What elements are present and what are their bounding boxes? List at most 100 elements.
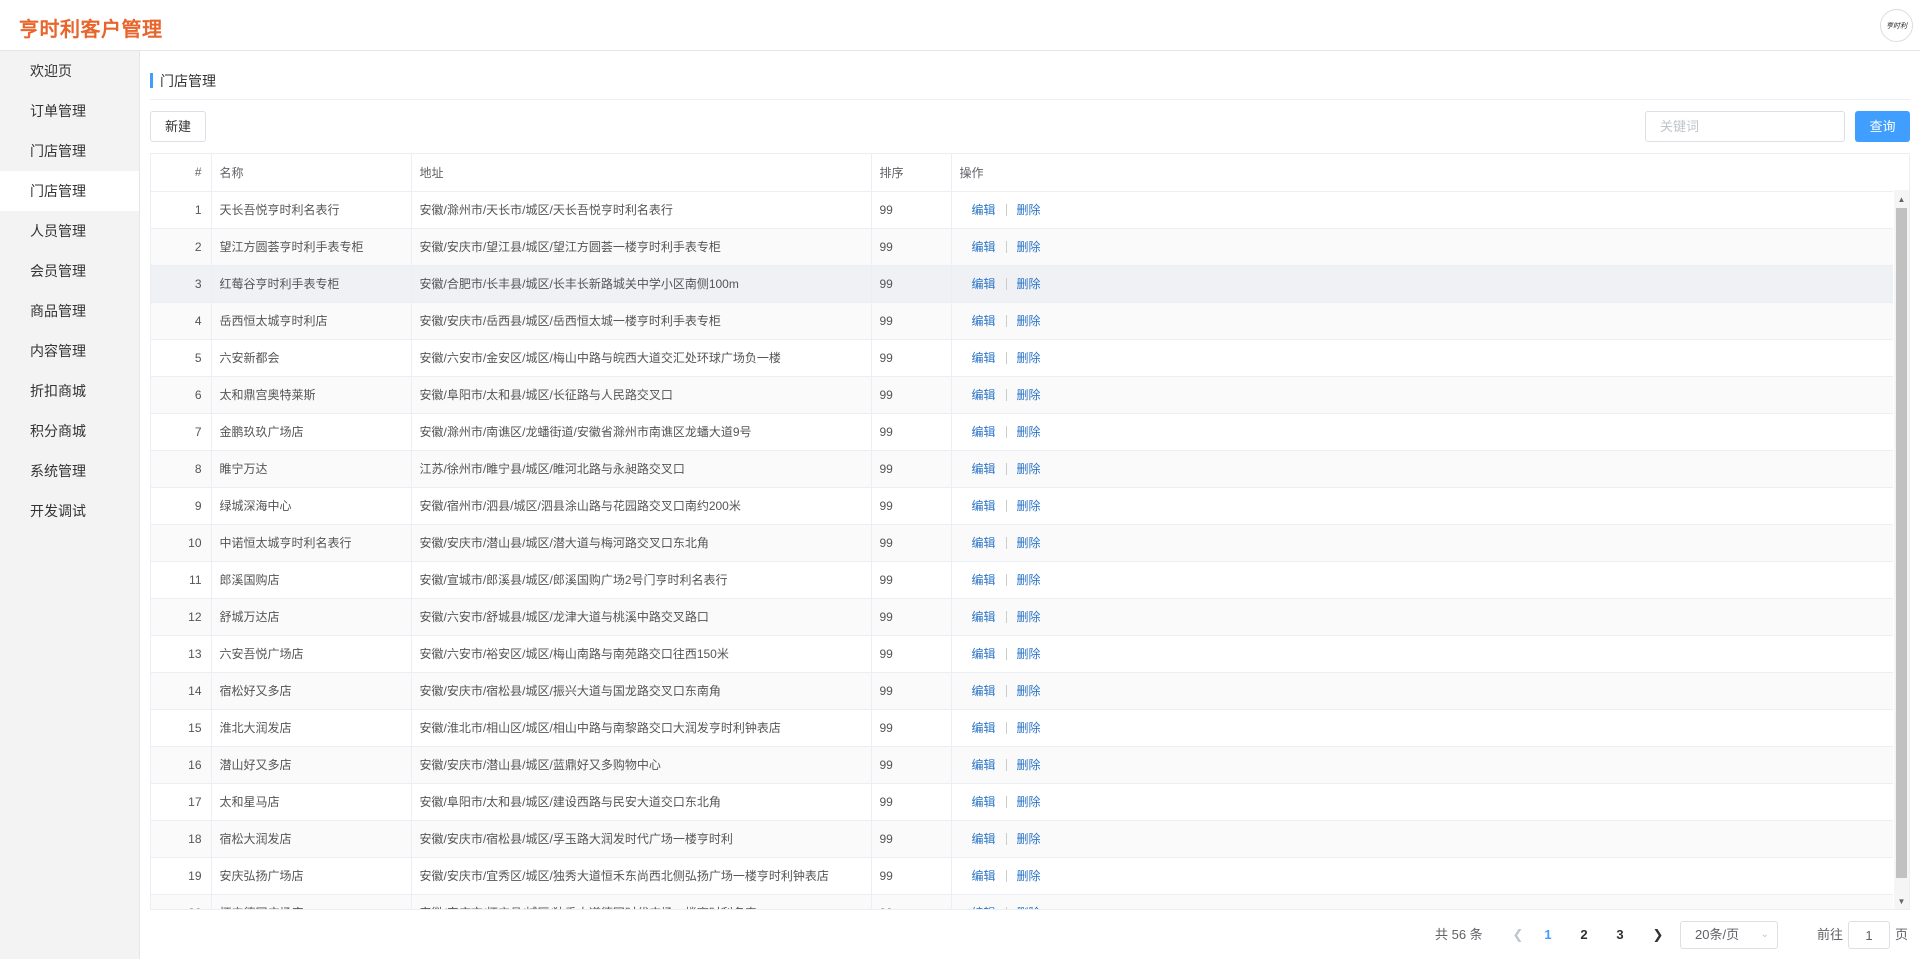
row-address: 江苏/徐州市/睢宁县/城区/睢河北路与永昶路交叉口 xyxy=(411,450,872,488)
delete-link[interactable]: 删除 xyxy=(1017,462,1041,476)
delete-link[interactable]: 删除 xyxy=(1017,795,1041,809)
delete-link[interactable]: 删除 xyxy=(1017,314,1041,328)
page-number-3[interactable]: 3 xyxy=(1605,921,1635,949)
row-index: 18 xyxy=(151,820,212,858)
keyword-search-input[interactable] xyxy=(1645,111,1845,142)
table-row: 6 太和鼎宫奥特莱斯 安徽/阜阳市/太和县/城区/长征路与人民路交叉口 99 编辑 删除 xyxy=(151,376,1893,414)
row-actions: 编辑 删除 xyxy=(951,228,1893,266)
table-scrollbar-thumb[interactable] xyxy=(1896,208,1907,878)
row-name: 中诺恒太城亨时利名表行 xyxy=(211,524,412,562)
edit-link[interactable]: 编辑 xyxy=(972,388,996,402)
page-size-select[interactable]: 20条/页 ⌄ xyxy=(1680,921,1778,949)
sidebar-item-points-mall[interactable]: 积分商城 xyxy=(0,411,139,451)
edit-link[interactable]: 编辑 xyxy=(972,240,996,254)
app-logo-title[interactable]: 亨时利客户管理 xyxy=(19,13,163,42)
edit-link[interactable]: 编辑 xyxy=(972,721,996,735)
prev-page-icon[interactable]: ❮ xyxy=(1503,921,1533,949)
avatar[interactable]: 亨时利 xyxy=(1880,9,1913,42)
row-actions: 编辑 删除 xyxy=(951,339,1893,377)
delete-link[interactable]: 删除 xyxy=(1017,351,1041,365)
row-sort: 99 xyxy=(871,376,952,414)
action-separator xyxy=(1005,611,1007,623)
table-row: 9 绿城深海中心 安徽/宿州市/泗县/城区/泗县涂山路与花园路交叉口南约200米 99… xyxy=(151,487,1893,525)
edit-link[interactable]: 编辑 xyxy=(972,906,996,909)
row-sort: 99 xyxy=(871,672,952,710)
sidebar-item-welcome[interactable]: 欢迎页 xyxy=(0,51,139,91)
row-name: 安庆弘扬广场店 xyxy=(211,857,412,895)
edit-link[interactable]: 编辑 xyxy=(972,351,996,365)
edit-link[interactable]: 编辑 xyxy=(972,203,996,217)
delete-link[interactable]: 删除 xyxy=(1017,536,1041,550)
delete-link[interactable]: 删除 xyxy=(1017,277,1041,291)
scroll-down-arrow-icon[interactable]: ▼ xyxy=(1894,894,1909,909)
delete-link[interactable]: 删除 xyxy=(1017,721,1041,735)
goto-page-input[interactable] xyxy=(1848,921,1890,949)
delete-link[interactable]: 删除 xyxy=(1017,684,1041,698)
sidebar-item-content[interactable]: 内容管理 xyxy=(0,331,139,371)
scroll-up-arrow-icon[interactable]: ▲ xyxy=(1894,192,1909,207)
new-button[interactable]: 新建 xyxy=(150,111,206,142)
row-name: 淮北大润发店 xyxy=(211,709,412,747)
row-actions: 编辑 删除 xyxy=(951,191,1893,229)
delete-link[interactable]: 删除 xyxy=(1017,240,1041,254)
page-header: 门店管理 xyxy=(150,72,1910,90)
sidebar-item-system[interactable]: 系统管理 xyxy=(0,451,139,491)
delete-link[interactable]: 删除 xyxy=(1017,610,1041,624)
row-actions: 编辑 删除 xyxy=(951,746,1893,784)
delete-link[interactable]: 删除 xyxy=(1017,499,1041,513)
table-row: 8 睢宁万达 江苏/徐州市/睢宁县/城区/睢河北路与永昶路交叉口 99 编辑 删除 xyxy=(151,450,1893,488)
next-page-icon[interactable]: ❯ xyxy=(1643,921,1673,949)
edit-link[interactable]: 编辑 xyxy=(972,758,996,772)
delete-link[interactable]: 删除 xyxy=(1017,425,1041,439)
row-index: 14 xyxy=(151,672,212,710)
edit-link[interactable]: 编辑 xyxy=(972,314,996,328)
edit-link[interactable]: 编辑 xyxy=(972,425,996,439)
delete-link[interactable]: 删除 xyxy=(1017,832,1041,846)
row-address: 安徽/安庆市/怀宁县/城区/独秀大道德国时代广场一楼亨时利名表 xyxy=(411,894,872,909)
row-index: 15 xyxy=(151,709,212,747)
row-name: 宿松大润发店 xyxy=(211,820,412,858)
row-address: 安徽/合肥市/长丰县/城区/长丰长新路城关中学小区南侧100m xyxy=(411,265,872,303)
sidebar-item-products[interactable]: 商品管理 xyxy=(0,291,139,331)
delete-link[interactable]: 删除 xyxy=(1017,906,1041,909)
row-index: 6 xyxy=(151,376,212,414)
edit-link[interactable]: 编辑 xyxy=(972,277,996,291)
table-row: 10 中诺恒太城亨时利名表行 安徽/安庆市/潜山县/城区/潜大道与梅河路交叉口东北角… xyxy=(151,524,1893,562)
search-button[interactable]: 查询 xyxy=(1855,111,1910,142)
sidebar-item-stores[interactable]: 门店管理 xyxy=(0,131,139,171)
delete-link[interactable]: 删除 xyxy=(1017,869,1041,883)
row-index: 10 xyxy=(151,524,212,562)
row-address: 安徽/六安市/金安区/城区/梅山中路与皖西大道交汇处环球广场负一楼 xyxy=(411,339,872,377)
page-number-1[interactable]: 1 xyxy=(1533,921,1563,949)
row-sort: 99 xyxy=(871,894,952,909)
delete-link[interactable]: 删除 xyxy=(1017,203,1041,217)
sidebar: 欢迎页 订单管理 门店管理 门店管理 人员管理 会员管理 商品管理 内容管理 折… xyxy=(0,51,140,959)
sidebar-item-discount-mall[interactable]: 折扣商城 xyxy=(0,371,139,411)
page-number-2[interactable]: 2 xyxy=(1569,921,1599,949)
edit-link[interactable]: 编辑 xyxy=(972,795,996,809)
sidebar-item-orders[interactable]: 订单管理 xyxy=(0,91,139,131)
sidebar-item-staff[interactable]: 人员管理 xyxy=(0,211,139,251)
top-header: 亨时利客户管理 亨时利 xyxy=(0,0,1920,51)
edit-link[interactable]: 编辑 xyxy=(972,573,996,587)
sidebar-item-dev-debug[interactable]: 开发调试 xyxy=(0,491,139,531)
edit-link[interactable]: 编辑 xyxy=(972,684,996,698)
row-sort: 99 xyxy=(871,746,952,784)
edit-link[interactable]: 编辑 xyxy=(972,536,996,550)
edit-link[interactable]: 编辑 xyxy=(972,647,996,661)
row-address: 安徽/淮北市/相山区/城区/相山中路与南黎路交口大润发亨时利钟表店 xyxy=(411,709,872,747)
delete-link[interactable]: 删除 xyxy=(1017,758,1041,772)
row-sort: 99 xyxy=(871,709,952,747)
edit-link[interactable]: 编辑 xyxy=(972,832,996,846)
edit-link[interactable]: 编辑 xyxy=(972,499,996,513)
edit-link[interactable]: 编辑 xyxy=(972,869,996,883)
delete-link[interactable]: 删除 xyxy=(1017,573,1041,587)
edit-link[interactable]: 编辑 xyxy=(972,462,996,476)
delete-link[interactable]: 删除 xyxy=(1017,388,1041,402)
sidebar-item-stores-active[interactable]: 门店管理 xyxy=(0,171,139,211)
edit-link[interactable]: 编辑 xyxy=(972,610,996,624)
table-row: 12 舒城万达店 安徽/六安市/舒城县/城区/龙津大道与桃溪中路交叉路口 99 编辑 删除 xyxy=(151,598,1893,636)
delete-link[interactable]: 删除 xyxy=(1017,647,1041,661)
row-sort: 99 xyxy=(871,265,952,303)
sidebar-item-members[interactable]: 会员管理 xyxy=(0,251,139,291)
